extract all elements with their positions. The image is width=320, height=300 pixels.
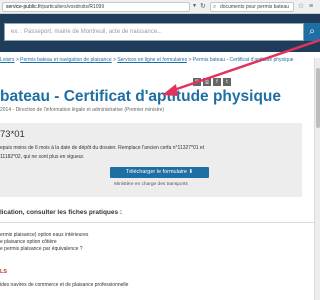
url-path: /particuliers/vosdroits/R1099 bbox=[41, 4, 105, 10]
download-form-label: Télécharger le formulaire bbox=[125, 169, 187, 175]
scrollbar-thumb[interactable] bbox=[316, 68, 320, 128]
reload-icon[interactable]: ↻ bbox=[200, 2, 206, 11]
star-icon[interactable]: ☆ bbox=[297, 3, 305, 11]
breadcrumb-current: Permis bateau - Certificat d'aptitude ph… bbox=[192, 57, 294, 63]
divider bbox=[0, 222, 320, 223]
download-form-button[interactable]: Télécharger le formulaire ⬇ bbox=[110, 167, 209, 178]
download-icon: ⬇ bbox=[188, 169, 194, 175]
email-icon[interactable]: ✉ bbox=[193, 78, 201, 86]
url-dropdown-icon[interactable]: ▼ bbox=[192, 3, 197, 9]
form-description-line: 11182*02, qui ne sont plus en vigueur. bbox=[0, 154, 85, 160]
breadcrumb-item-permis-bateau[interactable]: Permis bateau et navigation de plaisance bbox=[20, 57, 111, 63]
breadcrumb-separator: > bbox=[15, 57, 19, 63]
related-section-title: lication, consulter les fiches pratiques… bbox=[0, 209, 123, 216]
print-icon[interactable]: ⎙ bbox=[203, 78, 211, 86]
page-title: bateau - Certificat d'aptitude physique bbox=[0, 88, 281, 105]
url-domain: service-public.fr bbox=[6, 4, 42, 10]
menu-icon[interactable]: ≡ bbox=[307, 3, 315, 11]
breadcrumb-item-loisirs[interactable]: Loisirs bbox=[0, 57, 14, 63]
related-link[interactable]: e plaisance option côtière bbox=[0, 239, 320, 246]
facebook-icon[interactable]: f bbox=[213, 78, 221, 86]
related-heading: LS bbox=[0, 269, 8, 275]
address-bar[interactable]: service-public.fr/particuliers/vosdroits… bbox=[2, 2, 190, 12]
search-icon: ⌕ bbox=[309, 26, 315, 37]
browser-search-input[interactable]: ⌕ documents pour permis bateau bbox=[210, 2, 294, 12]
breadcrumb-item-services[interactable]: Services en ligne et formulaires bbox=[117, 57, 187, 63]
form-description: epuis moins de 6 mois à la date de dépôt… bbox=[0, 144, 300, 162]
site-header: ex. : Passeport, mairie de Montreuil, ac… bbox=[0, 14, 320, 52]
breadcrumb-separator: > bbox=[188, 57, 192, 63]
page-meta: 2014 - Direction de l'information légale… bbox=[0, 107, 165, 113]
form-description-line: epuis moins de 6 mois à la date de dépôt… bbox=[0, 145, 205, 151]
search-icon: ⌕ bbox=[213, 4, 217, 10]
form-panel: 73*01 epuis moins de 6 mois à la date de… bbox=[0, 123, 302, 197]
site-search-input[interactable]: ex. : Passeport, mairie de Montreuil, ac… bbox=[4, 23, 304, 41]
related-link[interactable]: ermis plaisance) option eaux intérieures bbox=[0, 232, 320, 239]
browser-search-value: documents pour permis bateau bbox=[220, 4, 289, 10]
browser-toolbar: service-public.fr/particuliers/vosdroits… bbox=[0, 0, 320, 14]
breadcrumb-separator: > bbox=[113, 57, 116, 63]
related-link[interactable]: ides navires de commerce et de plaisance… bbox=[0, 282, 128, 289]
scrollbar[interactable] bbox=[314, 58, 320, 300]
related-link[interactable]: e permis plaisance par équivalence ? bbox=[0, 246, 320, 253]
site-search-button[interactable]: ⌕ bbox=[304, 23, 320, 41]
ministry-label: Ministère en charge des transports bbox=[114, 182, 188, 187]
cerfa-number: 73*01 bbox=[0, 129, 25, 140]
breadcrumb: Loisirs > Permis bateau et navigation de… bbox=[0, 56, 320, 64]
related-list: ermis plaisance) option eaux intérieures… bbox=[0, 232, 320, 253]
site-search-placeholder: ex. : Passeport, mairie de Montreuil, ac… bbox=[11, 29, 163, 35]
share-toolbar: ✉ ⎙ f t bbox=[193, 78, 231, 87]
twitter-icon[interactable]: t bbox=[223, 78, 231, 86]
